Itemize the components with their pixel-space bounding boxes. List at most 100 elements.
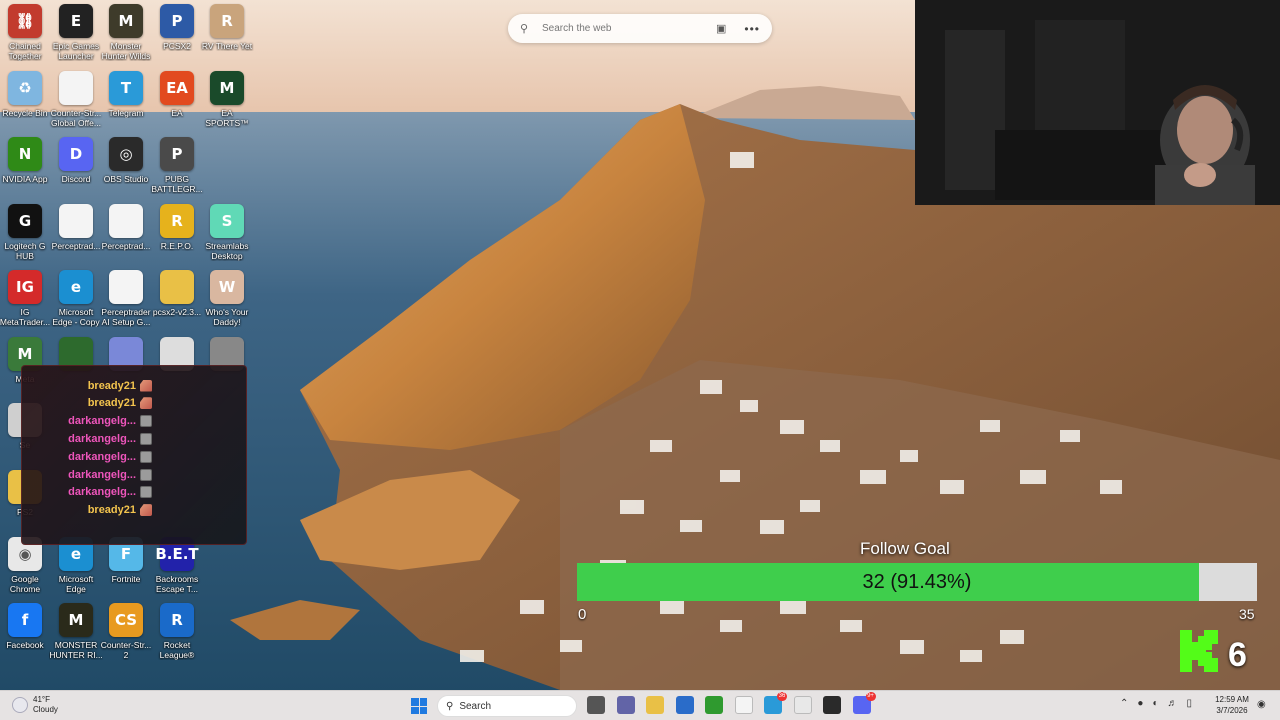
desktop-icon-label: Microsoft Edge - Copy [52,307,100,327]
store-icon[interactable] [675,696,694,714]
desktop-icon[interactable]: D Discord [51,137,101,184]
desktop-icon-label: Monster Hunter Wilds [101,41,151,61]
system-tray: ⌃ ● ◐ ♬ ▯ [1120,698,1192,709]
chat-message: darkangelg... [22,448,152,465]
chat-username: darkangelg... [68,415,136,428]
file-explorer-icon[interactable] [587,696,605,714]
chat-emote-icon [140,468,152,481]
chat-username: darkangelg... [68,450,136,463]
desktop-icon[interactable]: Perceptrad... [51,204,101,251]
desktop-icon-label: MONSTER HUNTER RI... [49,640,103,660]
show-hidden-icons-chevron-icon[interactable]: ⌃ [1120,698,1128,709]
document-icon [109,204,143,238]
taskbar-clock[interactable]: 12:59 AM 3/7/2026 [1212,694,1252,716]
desktop-icon[interactable]: R RV There Yet [202,4,252,51]
desktop-icon[interactable]: E Epic Games Launcher [51,4,101,61]
obs-icon[interactable] [823,696,841,714]
microphone-icon[interactable]: ● [1137,698,1143,709]
desktop-icon[interactable]: ♻ Recycle Bin [0,71,50,118]
desktop-icon[interactable]: pcsx2-v2.3... [152,270,202,317]
desktop-icon[interactable]: e Microsoft Edge - Copy [51,270,101,327]
desktop-icon[interactable]: ◉ Google Chrome [0,537,50,594]
web-search-input[interactable] [542,23,716,34]
taskbar-search-input[interactable] [459,700,550,712]
desktop-icon[interactable]: IG IG MetaTrader... [0,270,50,327]
desktop-icon[interactable]: M MONSTER HUNTER RI... [49,603,103,660]
weather-widget[interactable]: 41°F Cloudy [12,695,58,715]
desktop-icon-label: R.E.P.O. [160,241,194,251]
rv-there-yet-icon: R [210,4,244,38]
desktop-icon[interactable]: f Facebook [0,603,50,650]
chat-emote-icon [140,486,152,499]
chat-message: darkangelg... [22,466,152,483]
desktop-icon[interactable]: Counter-Str... Global Offe... [51,71,101,128]
network-icon[interactable]: ◐ [1152,698,1158,709]
chrome-doc-icon [109,270,143,304]
desktop-icon-label: EA [171,108,183,118]
cloudy-weather-icon [12,697,28,713]
desktop-icon[interactable]: Perceptrader AI Setup G... [101,270,151,327]
desktop-icon-label: Epic Games Launcher [52,41,100,61]
desktop-icon[interactable]: W Who's Your Daddy! [202,270,252,327]
desktop-icon[interactable]: R R.E.P.O. [152,204,202,251]
chat-username: darkangelg... [68,468,136,481]
xbox-icon[interactable] [705,696,723,714]
desktop-icon-label: Streamlabs Desktop [205,241,249,261]
kick-logo-icon [1180,630,1218,672]
chat-emote-icon [140,450,152,463]
desktop-icon[interactable]: P PUBG BATTLEGR... [151,137,203,194]
desktop-icon[interactable]: CS Counter-Str... 2 [101,603,151,660]
telegram-icon[interactable]: 36 [764,692,787,714]
desktop-icon-label: RV There Yet [201,41,253,51]
discord-icon: D [59,137,93,171]
desktop-icon-label: Telegram [108,108,144,118]
web-search-bar[interactable]: ⚲ ▣ ••• [508,14,772,43]
more-options-button[interactable]: ••• [744,22,760,36]
desktop-icon[interactable]: S Streamlabs Desktop [202,204,252,261]
desktop-icon-label: Recycle Bin [2,108,48,118]
clock-date: 3/7/2026 [1216,706,1248,715]
discord-icon[interactable]: 9+ [852,692,876,714]
desktop-icon[interactable]: Perceptrad... [101,204,151,251]
chrome-icon[interactable] [793,696,812,714]
desktop-icon[interactable]: M EA SPORTS™ Madden N... [202,71,252,128]
folder-icon[interactable] [646,696,664,714]
chat-message: bready21 [22,502,152,519]
volume-icon[interactable]: ♬ [1167,698,1177,709]
desktop-icon[interactable]: G Logitech G HUB [0,204,50,261]
desktop-icon[interactable]: M Monster Hunter Wilds [101,4,151,61]
desktop-icon[interactable]: T Telegram [101,71,151,118]
chat-emote-icon [140,432,152,445]
taskbar-search-box[interactable]: ⚲ [437,695,577,717]
desktop-icon[interactable]: R Rocket League® [152,603,202,660]
chat-message: darkangelg... [22,430,152,447]
monster-hunter-icon: M [109,4,143,38]
desktop-icon[interactable]: B.E.T Backrooms Escape T... [152,537,202,594]
desktop-icon[interactable]: EA EA [152,71,202,118]
desktop-icon[interactable]: ⛓ Chained Together [0,4,50,61]
teams-icon[interactable] [616,696,635,714]
desktop-icon[interactable]: N NVIDIA App [0,137,50,184]
battery-icon[interactable]: ▯ [1186,698,1192,709]
visual-search-icon[interactable]: ▣ [716,22,726,35]
follow-goal-max-label: 35 [1239,606,1255,622]
desktop-icon[interactable]: P PCSX2 [152,4,202,51]
whos-your-daddy-icon: W [210,270,244,304]
desktop-icon-label: PUBG BATTLEGR... [151,174,203,194]
desktop-icon-label: OBS Studio [103,174,149,184]
chat-username: bready21 [87,397,136,410]
desktop-icon-label: Perceptrader AI Setup G... [101,307,151,327]
obs-icon: ◎ [109,137,143,171]
document-icon[interactable] [734,696,753,714]
desktop-icon[interactable]: ◎ OBS Studio [101,137,151,184]
desktop-icon[interactable]: e Microsoft Edge [51,537,101,594]
search-icon: ⚲ [520,23,529,35]
desktop-icon-label: Microsoft Edge [58,574,94,594]
weather-temperature: 41°F [33,695,50,704]
logitech-icon: G [8,204,42,238]
chat-badge-icon [140,397,152,410]
notification-bell-icon[interactable]: ◉ [1257,699,1266,710]
start-button[interactable] [411,698,427,714]
desktop-icon-grid: ⛓ Chained Together E Epic Games Launcher M Mo… [0,0,256,690]
chained-together-icon: ⛓ [8,4,42,38]
